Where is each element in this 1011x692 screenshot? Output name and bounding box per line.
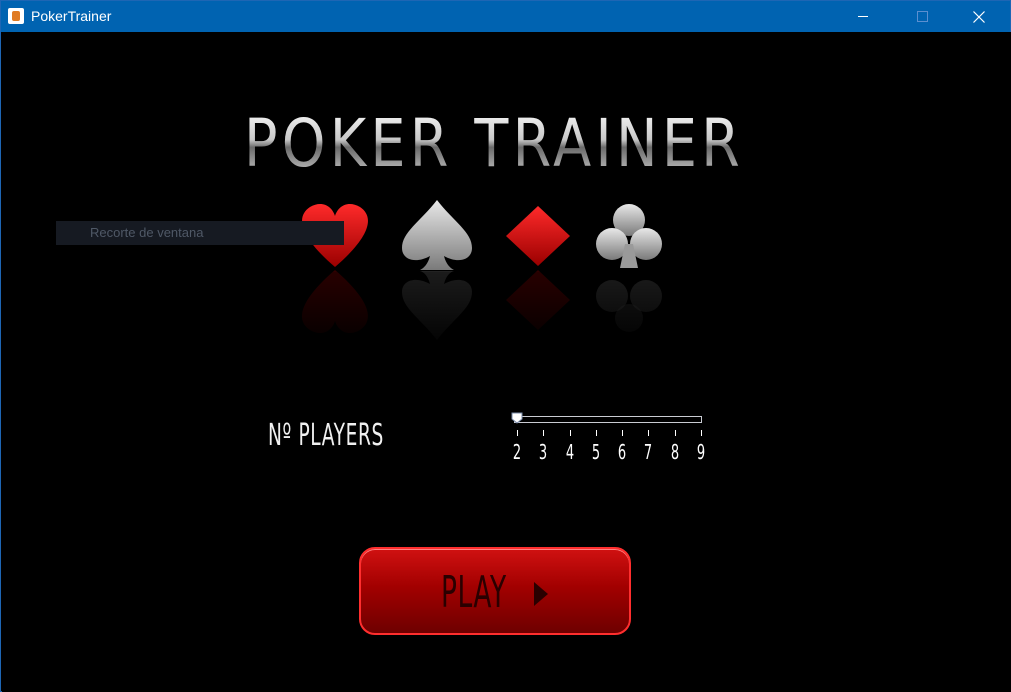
slider-tick (622, 430, 624, 436)
players-slider[interactable]: 23456789 (508, 410, 708, 470)
minimize-icon (858, 16, 868, 17)
slider-thumb[interactable] (511, 412, 523, 424)
slider-tick-label: 3 (539, 440, 548, 464)
slider-tick (595, 430, 597, 436)
close-button[interactable] (956, 1, 1002, 32)
maximize-icon (916, 11, 928, 22)
java-app-icon (8, 8, 24, 24)
maximize-button[interactable] (899, 1, 945, 32)
slider-track[interactable] (514, 416, 702, 423)
slider-tick (674, 430, 676, 436)
logo-text: POKER TRAINER (244, 105, 744, 182)
play-arrow-icon (534, 582, 548, 606)
slider-tick-label: 4 (565, 440, 574, 464)
slider-tick (543, 430, 545, 436)
close-icon (973, 10, 985, 23)
slider-tick (701, 430, 702, 436)
slider-tick (569, 430, 571, 436)
slider-tick (517, 430, 518, 436)
play-button[interactable]: PLAY (359, 547, 631, 635)
title-bar[interactable]: PokerTrainer (1, 1, 1010, 32)
window-title: PokerTrainer (31, 8, 112, 24)
slider-tick-label: 8 (670, 440, 679, 464)
minimize-button[interactable] (840, 1, 886, 32)
play-label: PLAY (441, 567, 507, 618)
main-content: POKER TRAINER Recorte de ventana Nº PLAY… (2, 32, 1011, 692)
card-suits-graphic (240, 200, 700, 352)
poker-trainer-logo: POKER TRAINER (244, 105, 744, 182)
slider-tick-label: 2 (512, 440, 522, 464)
slider-tick-label: 7 (644, 440, 653, 464)
slider-tick-label: 6 (617, 440, 627, 464)
app-window: PokerTrainer POKER TRAINER Recorte de ve… (0, 0, 1011, 692)
slider-tick-label: 5 (591, 440, 600, 464)
slider-tick (648, 430, 650, 436)
window-snip-tooltip: Recorte de ventana (56, 221, 344, 245)
players-label: Nº PLAYERS (268, 418, 384, 453)
slider-tick-label: 9 (696, 440, 706, 464)
